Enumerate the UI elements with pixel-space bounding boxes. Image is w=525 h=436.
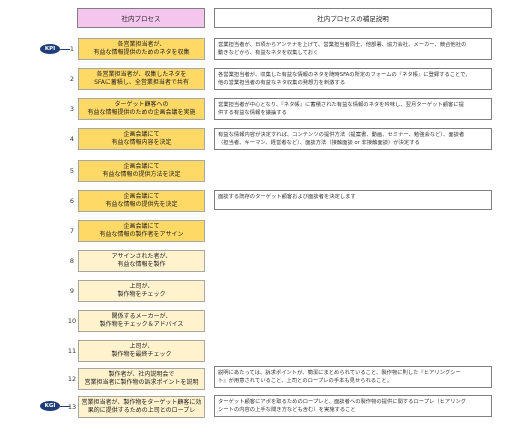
step-number: 4 bbox=[69, 135, 75, 143]
process-step-box: 各営業担当者が、 有益な情報提供のためのネタを収集 bbox=[78, 38, 205, 60]
step-note-box: 説明にあたっては、訴求ポイントが、簡潔にまとめられていること、製作物に則した『ヒ… bbox=[214, 366, 492, 388]
process-step-box: ターゲット顧客への 有益な情報提供のための企画会議を実施 bbox=[78, 98, 205, 120]
process-step-box: アサインされた者が、 有益な情報を製作 bbox=[78, 250, 205, 272]
notes-column-header: 社内プロセスの補足説明 bbox=[214, 8, 492, 28]
step-note-box: 面談する既存のターゲット顧客および面談者を決定します bbox=[214, 190, 492, 210]
process-step-box: 企画会議にて 有益な情報の製作者をアサイン bbox=[78, 220, 205, 242]
process-step-box: 営業担当者が、製作物をターゲット顧客に効 果的に提供するための上司とのロープレ bbox=[78, 396, 205, 418]
step-number: 12 bbox=[67, 375, 77, 383]
process-step-box: 企画会議にて 有益な情報の提供先を決定 bbox=[78, 190, 205, 212]
process-step-box: 製作者が、社内説明会で 営業担当者に製作物の訴求ポイントを説明 bbox=[78, 368, 205, 390]
step-number: 8 bbox=[69, 257, 75, 265]
process-column-header: 社内プロセス bbox=[77, 8, 205, 28]
step-number: 9 bbox=[69, 287, 75, 295]
kgi-badge: KGI bbox=[40, 401, 60, 411]
step-number: 2 bbox=[69, 75, 75, 83]
step-number: 6 bbox=[69, 197, 75, 205]
step-note-box: 営業担当者が中心となり、『ネタ帳』に蓄積された有益な情報のネタを吟味し、翌月ター… bbox=[214, 98, 492, 120]
step-note-box: 営業担当者が、日頃からアンテナを上げて、営業担当者同士、他部署、協力会社、メーカ… bbox=[214, 38, 492, 60]
process-step-box: 各営業担当者が、収集したネタを SFAに蓄積し、全営業担当者で共有 bbox=[78, 68, 205, 90]
step-note-box: ターゲット顧客にアポを取るためのロープレと、面談者への製作物の提供に関するロープ… bbox=[214, 395, 492, 417]
step-number: 5 bbox=[69, 167, 75, 175]
step-note-box: 有益な情報内容が決定すれば、コンテンツの提供方法（提案書、動画、セミナー、勉強会… bbox=[214, 128, 492, 150]
process-step-box: 上司が、 製作物をチェック bbox=[78, 280, 205, 302]
step-number: 11 bbox=[67, 347, 77, 355]
step-number: 7 bbox=[69, 227, 75, 235]
step-number: 10 bbox=[67, 317, 77, 325]
process-step-box: 上司が、 製作物を最終チェック bbox=[78, 340, 205, 362]
process-step-box: 企画会議にて 有益な情報内容を決定 bbox=[78, 128, 205, 150]
kpi-badge: KPI bbox=[40, 44, 60, 54]
step-number: 1 bbox=[69, 45, 75, 53]
step-number: 3 bbox=[69, 105, 75, 113]
process-step-box: 関係するメーカーが、 製作物をチェック＆アドバイス bbox=[78, 310, 205, 332]
step-number: 13 bbox=[67, 403, 77, 411]
process-step-box: 企画会議にて 有益な情報の提供方法を決定 bbox=[78, 160, 205, 182]
step-note-box: 各営業担当者が、収集した有益な情報のネタを随時SFAの所定のフォームの『ネタ帳』… bbox=[214, 68, 492, 90]
